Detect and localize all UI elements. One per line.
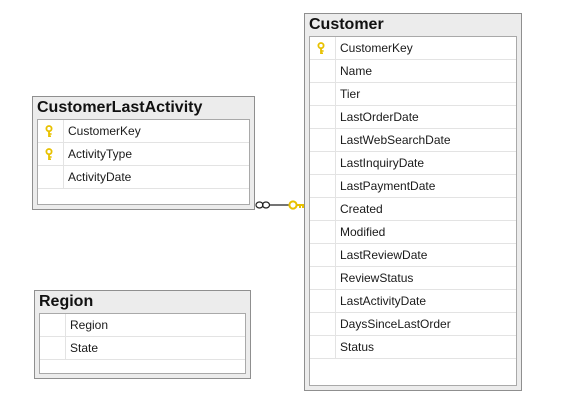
row-selector[interactable]: [310, 106, 336, 128]
column-name: LastReviewDate: [340, 248, 428, 262]
column-row[interactable]: Name: [310, 60, 516, 83]
table-columns: CustomerKey Name Tier LastOrderDate LastWebS…: [309, 36, 517, 386]
table-title: CustomerLastActivity: [37, 99, 203, 116]
row-selector[interactable]: [310, 290, 336, 312]
column-row[interactable]: State: [40, 337, 245, 360]
column-row[interactable]: Created: [310, 198, 516, 221]
column-name: Name: [340, 64, 373, 78]
column-name: State: [70, 341, 99, 355]
table-columns: CustomerKey ActivityType ActivityDate: [37, 119, 250, 205]
primary-key-icon: [45, 148, 53, 160]
column-name: CustomerKey: [68, 124, 141, 138]
column-name: Created: [340, 202, 383, 216]
column-name: ReviewStatus: [340, 271, 414, 285]
column-row[interactable]: ReviewStatus: [310, 267, 516, 290]
column-row[interactable]: Modified: [310, 221, 516, 244]
column-row[interactable]: LastWebSearchDate: [310, 129, 516, 152]
column-name: Status: [340, 340, 375, 354]
table-region[interactable]: Region Region State: [34, 290, 251, 379]
row-selector[interactable]: [310, 336, 336, 358]
table-customer-last-activity[interactable]: CustomerLastActivity CustomerKey Activity…: [32, 96, 255, 210]
primary-key-icon: [45, 125, 53, 137]
column-name: ActivityDate: [68, 170, 132, 184]
column-row[interactable]: Tier: [310, 83, 516, 106]
row-selector[interactable]: [38, 166, 64, 188]
column-row[interactable]: LastOrderDate: [310, 106, 516, 129]
column-row[interactable]: LastInquiryDate: [310, 152, 516, 175]
column-name: LastWebSearchDate: [340, 133, 451, 147]
row-selector[interactable]: [40, 314, 66, 336]
table-title: Customer: [309, 16, 384, 33]
column-row[interactable]: Status: [310, 336, 516, 359]
column-row[interactable]: LastActivityDate: [310, 290, 516, 313]
row-selector[interactable]: [310, 83, 336, 105]
column-row[interactable]: LastPaymentDate: [310, 175, 516, 198]
table-title: Region: [39, 293, 94, 310]
column-row[interactable]: CustomerKey: [38, 120, 249, 143]
column-row[interactable]: ActivityType: [38, 143, 249, 166]
row-selector[interactable]: [310, 313, 336, 335]
row-selector[interactable]: [310, 37, 336, 59]
row-selector[interactable]: [310, 244, 336, 266]
row-selector[interactable]: [310, 175, 336, 197]
column-name: CustomerKey: [340, 41, 413, 55]
column-list: CustomerKey ActivityType ActivityDate: [38, 120, 249, 189]
row-selector[interactable]: [310, 60, 336, 82]
column-name: Tier: [340, 87, 361, 101]
row-selector[interactable]: [310, 198, 336, 220]
column-name: Modified: [340, 225, 386, 239]
column-name: LastOrderDate: [340, 110, 419, 124]
row-selector[interactable]: [310, 129, 336, 151]
column-name: LastInquiryDate: [340, 156, 425, 170]
column-row[interactable]: CustomerKey: [310, 37, 516, 60]
column-row[interactable]: LastReviewDate: [310, 244, 516, 267]
primary-key-icon: [317, 42, 325, 54]
diagram-canvas: CustomerLastActivity CustomerKey Activity…: [0, 0, 562, 409]
row-selector[interactable]: [38, 143, 64, 165]
column-name: Region: [70, 318, 109, 332]
column-name: LastPaymentDate: [340, 179, 436, 193]
column-row[interactable]: DaysSinceLastOrder: [310, 313, 516, 336]
column-row[interactable]: Region: [40, 314, 245, 337]
table-columns: Region State: [39, 313, 246, 374]
row-selector[interactable]: [310, 152, 336, 174]
many-end-infinity-icon: [255, 201, 271, 209]
row-selector[interactable]: [38, 120, 64, 142]
column-row[interactable]: ActivityDate: [38, 166, 249, 189]
table-customer[interactable]: Customer CustomerKey Name Tier LastOrderDat…: [304, 13, 522, 391]
row-selector[interactable]: [310, 221, 336, 243]
row-selector[interactable]: [310, 267, 336, 289]
column-name: ActivityType: [68, 147, 133, 161]
one-end-key-icon: [288, 200, 304, 210]
column-list: CustomerKey Name Tier LastOrderDate LastWebS…: [310, 37, 516, 359]
row-selector[interactable]: [40, 337, 66, 359]
column-name: LastActivityDate: [340, 294, 427, 308]
column-list: Region State: [40, 314, 245, 360]
column-name: DaysSinceLastOrder: [340, 317, 451, 331]
